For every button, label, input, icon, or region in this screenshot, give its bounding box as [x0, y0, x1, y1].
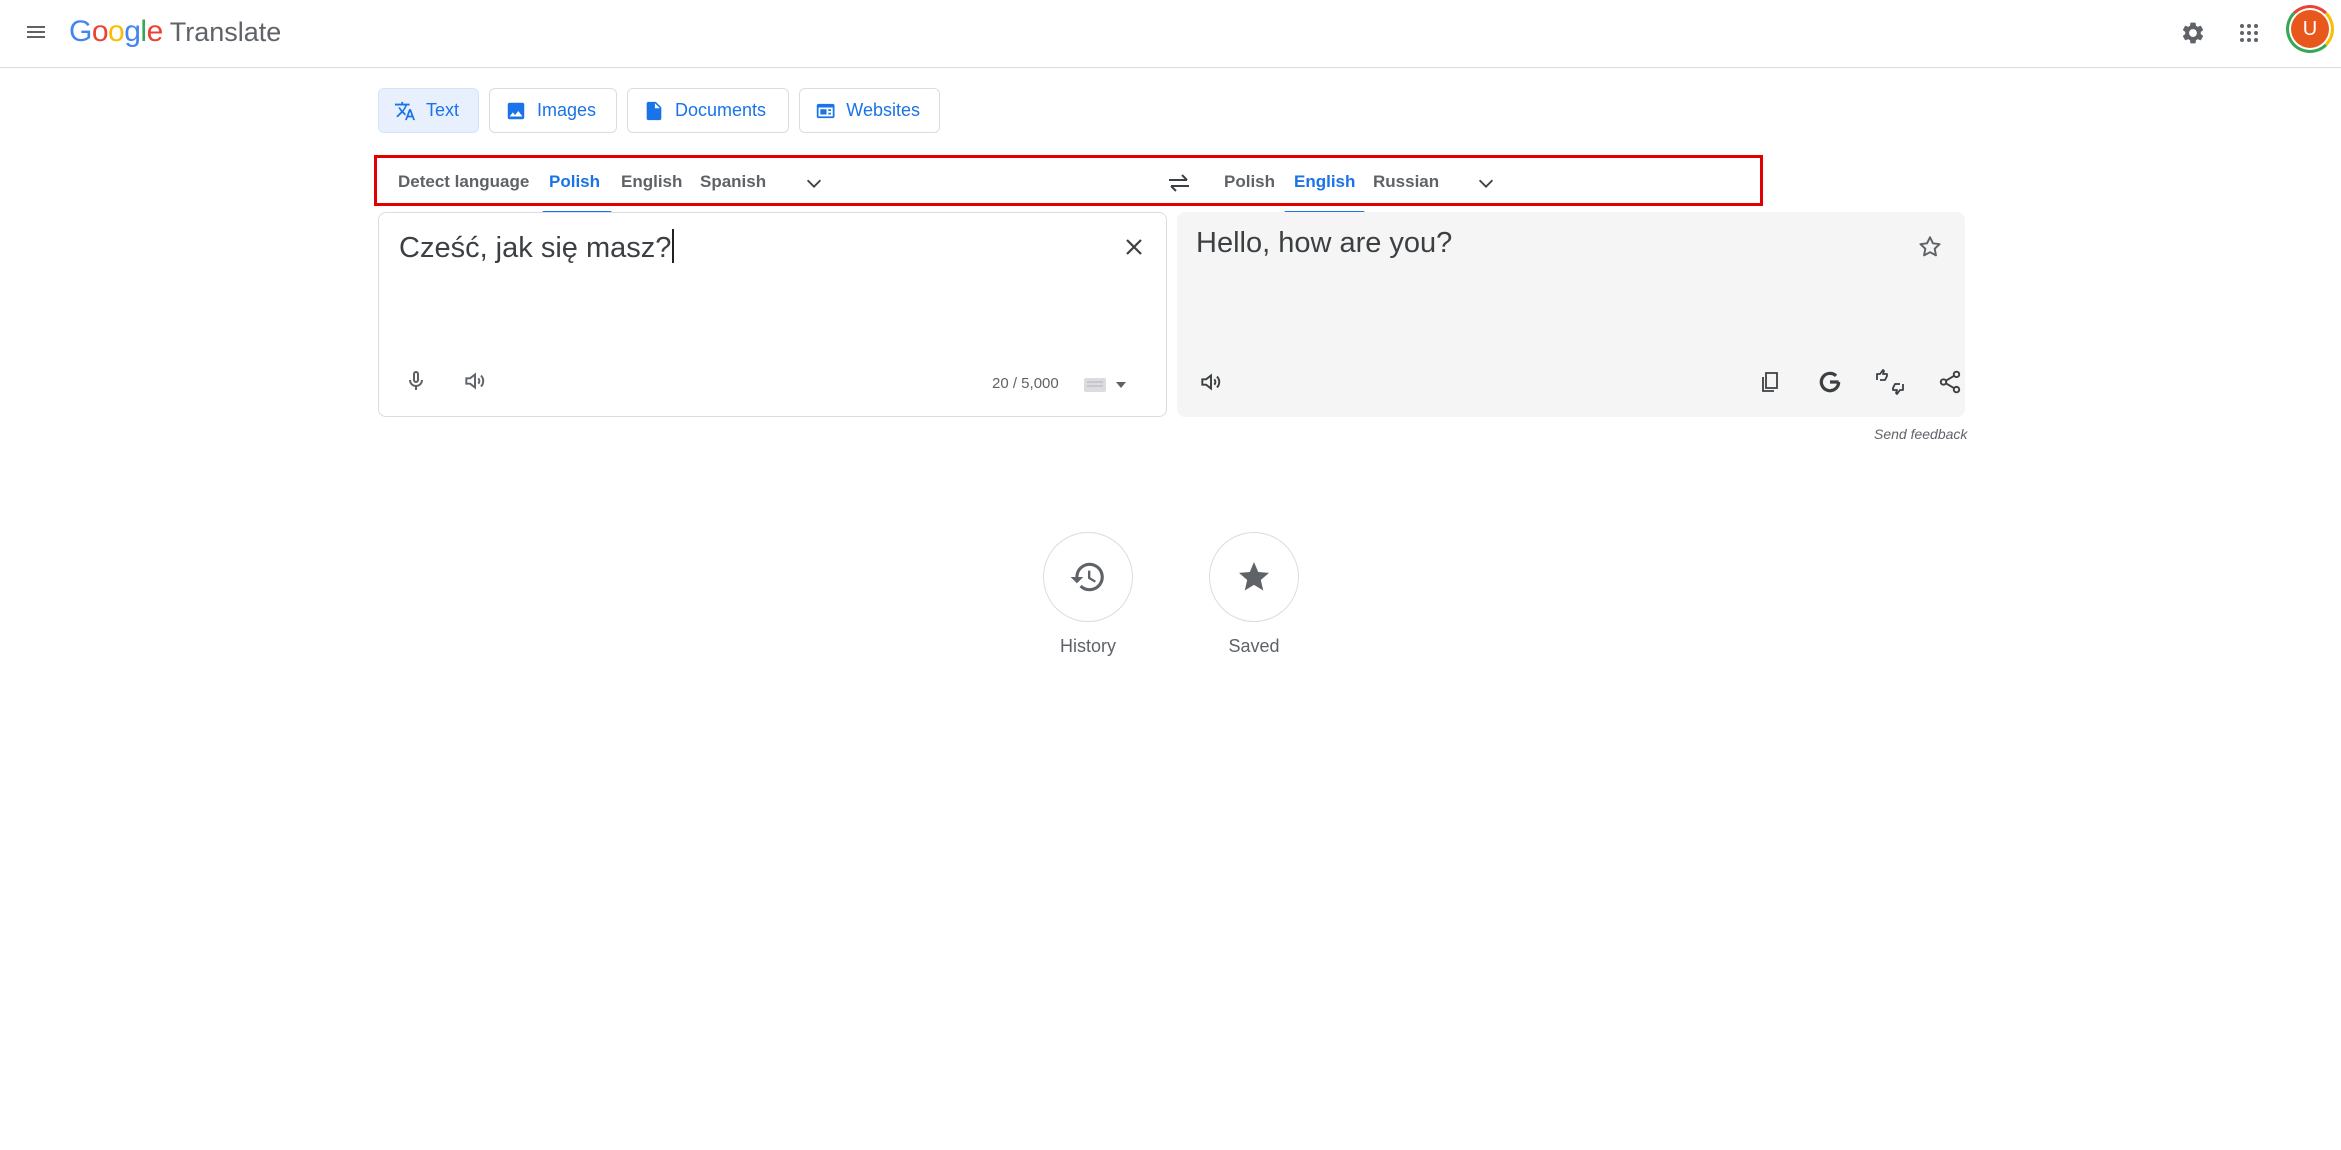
tab-text-label: Text: [425, 100, 459, 120]
mode-tabs: Text Images Documents Websites: [378, 88, 940, 133]
speaker-icon: [1201, 373, 1221, 391]
history-icon: [1070, 562, 1104, 592]
website-icon: [816, 103, 835, 118]
tab-documents-label: Documents: [675, 100, 767, 120]
source-text-panel[interactable]: Cześć, jak się masz? 20 / 5,000: [378, 212, 1167, 417]
translation-output-panel: Hello, how are you?: [1177, 212, 1965, 417]
history-label: History: [1059, 636, 1116, 656]
tab-text[interactable]: Text: [378, 88, 479, 133]
close-icon: [1126, 239, 1142, 255]
account-avatar[interactable]: U: [2286, 5, 2334, 53]
tab-websites-label: Websites: [846, 100, 920, 120]
source-text-input[interactable]: Cześć, jak się masz?: [399, 229, 675, 265]
tab-images[interactable]: Images: [489, 88, 617, 133]
settings-button[interactable]: [2171, 11, 2215, 55]
google-g-icon: [1819, 371, 1841, 393]
save-translation-button[interactable]: [1910, 227, 1950, 267]
clear-source-button[interactable]: [1116, 229, 1152, 265]
saved-label: Saved: [1228, 636, 1280, 656]
source-lang-more-button[interactable]: [799, 169, 829, 197]
apps-button[interactable]: [2227, 11, 2271, 55]
share-icon: [1939, 370, 1961, 394]
target-lang-english[interactable]: English: [1294, 172, 1355, 192]
copy-icon: [1762, 372, 1778, 392]
menu-icon: [27, 26, 45, 38]
google-logo: Google: [69, 15, 163, 48]
language-selector-bar: Detect language Polish English Spanish P…: [374, 155, 1763, 214]
keyboard-icon: [1084, 378, 1106, 392]
product-name: Translate: [169, 16, 282, 47]
tab-documents[interactable]: Documents: [627, 88, 789, 133]
caret-down-icon: [1116, 382, 1126, 388]
voice-input-button[interactable]: [396, 361, 436, 401]
star-filled-icon: [1239, 562, 1269, 591]
source-lang-polish[interactable]: Polish: [549, 172, 600, 192]
copy-translation-button[interactable]: [1750, 362, 1790, 402]
menu-button[interactable]: [18, 14, 54, 50]
chevron-down-icon: [806, 179, 822, 188]
tab-images-label: Images: [537, 100, 597, 120]
character-count: 20 / 5,000: [992, 375, 1059, 392]
source-lang-detect[interactable]: Detect language: [398, 172, 529, 192]
text-caret: [672, 229, 675, 263]
history-shortcut[interactable]: History: [1028, 532, 1148, 657]
source-listen-button[interactable]: [455, 361, 495, 401]
settings-gear-icon: [2182, 22, 2204, 44]
thumbs-up-down-icon: [1876, 369, 1904, 395]
document-icon: [646, 101, 662, 120]
saved-button[interactable]: [1209, 532, 1299, 622]
share-translation-button[interactable]: [1930, 362, 1970, 402]
saved-shortcut[interactable]: Saved: [1194, 532, 1314, 657]
target-lang-more-button[interactable]: [1471, 169, 1501, 197]
chevron-down-icon: [1478, 179, 1494, 188]
source-lang-english[interactable]: English: [621, 172, 682, 192]
rate-translation-button[interactable]: [1870, 362, 1910, 402]
google-search-button[interactable]: [1810, 362, 1850, 402]
swap-arrows-icon: [1169, 174, 1189, 192]
microphone-icon: [409, 371, 423, 390]
history-button[interactable]: [1043, 532, 1133, 622]
swap-languages-button[interactable]: [1159, 168, 1199, 198]
speaker-icon: [465, 372, 485, 390]
input-tools-button[interactable]: [1084, 371, 1138, 399]
star-outline-icon: [1919, 236, 1941, 257]
target-lang-polish[interactable]: Polish: [1224, 172, 1275, 192]
image-icon: [507, 102, 525, 119]
tab-websites[interactable]: Websites: [799, 88, 940, 133]
google-translate-logo[interactable]: Google Translate: [69, 12, 281, 52]
translate-icon: [394, 101, 416, 120]
avatar-initial: U: [2291, 10, 2329, 48]
send-feedback-link[interactable]: Send feedback: [1874, 426, 1967, 442]
top-app-bar: Google Translate U: [0, 0, 2341, 68]
translation-output-text: Hello, how are you?: [1196, 227, 1453, 259]
apps-grid-icon: [2240, 24, 2258, 42]
translation-listen-button[interactable]: [1191, 362, 1231, 402]
target-lang-russian[interactable]: Russian: [1373, 172, 1439, 192]
source-lang-spanish[interactable]: Spanish: [700, 172, 766, 192]
